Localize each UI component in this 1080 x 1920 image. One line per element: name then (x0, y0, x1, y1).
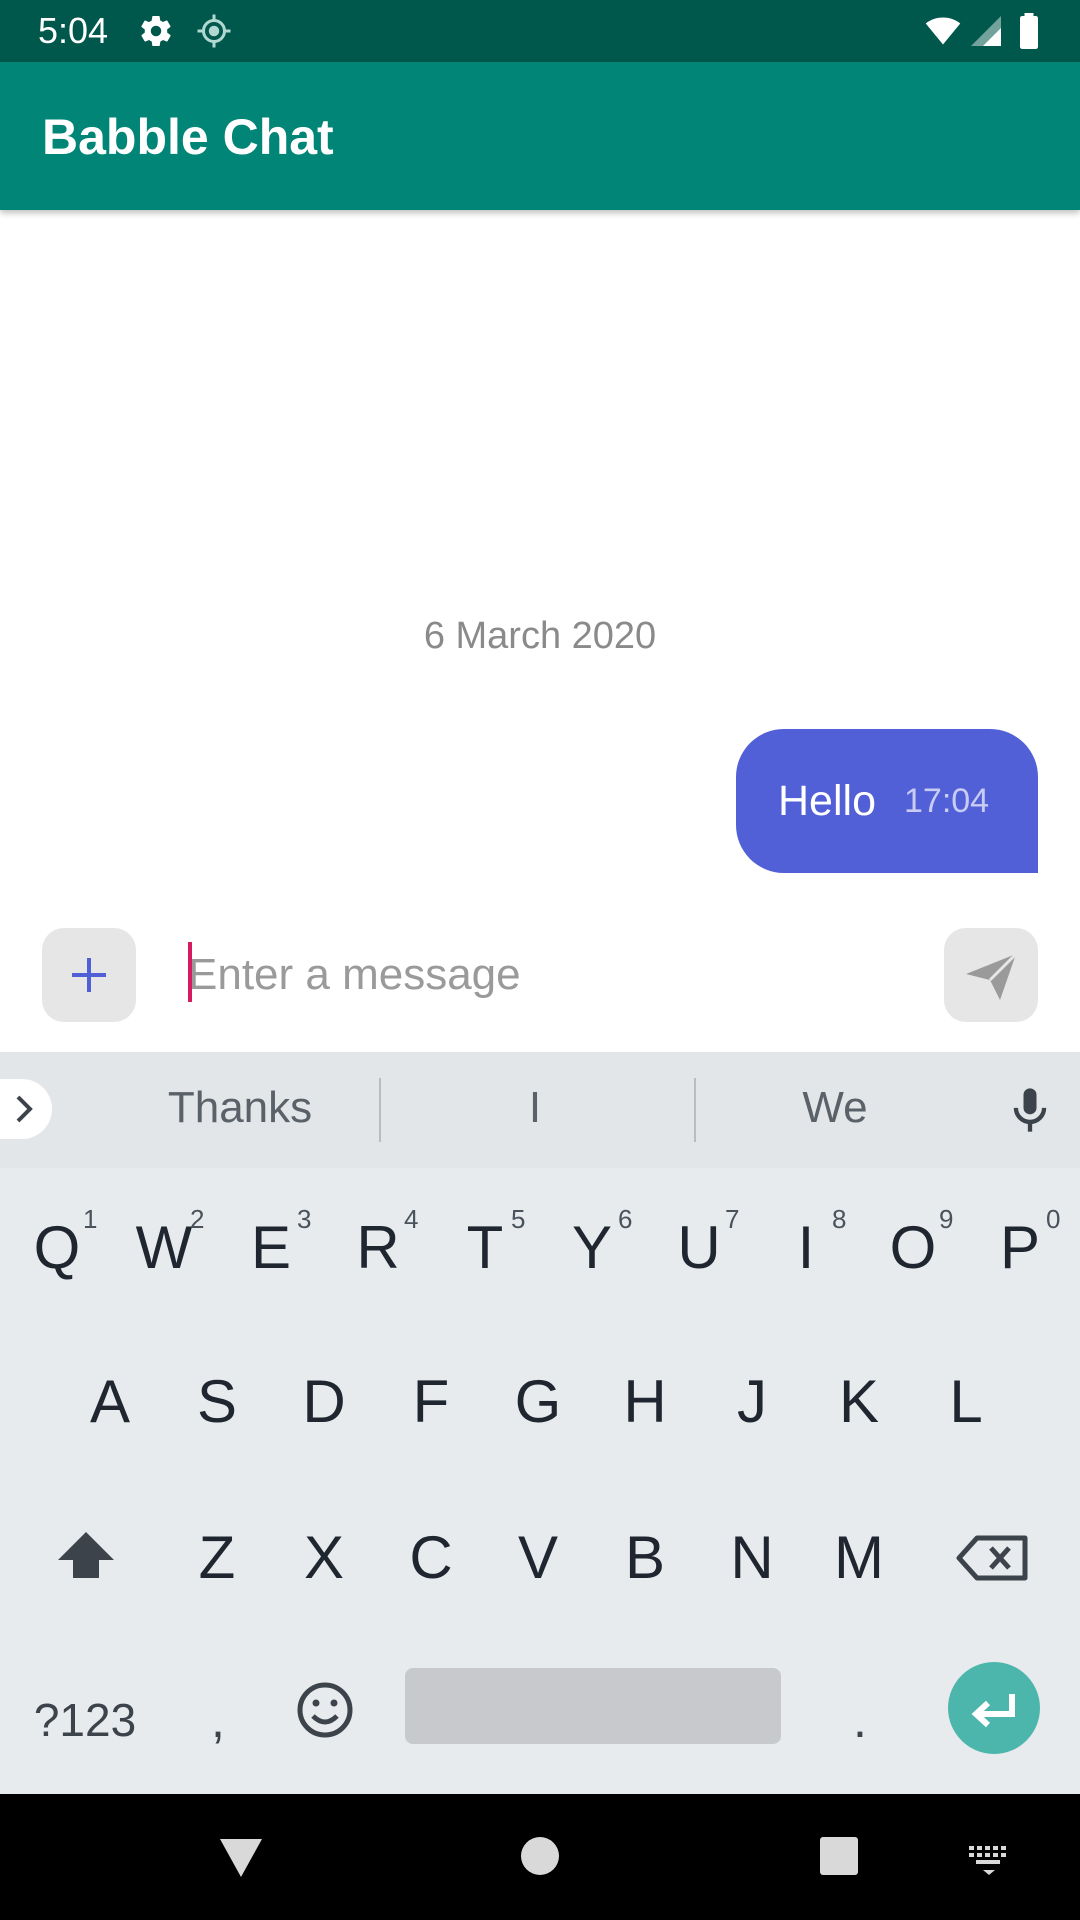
text-cursor (188, 942, 192, 1002)
key-r[interactable]: R4 (328, 1188, 428, 1308)
navigation-bar (0, 1794, 1080, 1920)
key-f[interactable]: F (381, 1342, 481, 1462)
recents-icon[interactable] (812, 1829, 866, 1883)
space-key[interactable] (405, 1668, 781, 1744)
suggestion-2[interactable]: I (385, 1082, 685, 1134)
key-b[interactable]: B (595, 1498, 695, 1618)
symbols-key[interactable]: ?123 (20, 1670, 150, 1770)
app-title: Babble Chat (42, 109, 334, 165)
enter-icon (971, 1694, 1015, 1728)
period-key[interactable]: . (810, 1670, 910, 1770)
key-o[interactable]: O9 (863, 1188, 963, 1308)
status-bar: 5:04 (0, 0, 1080, 62)
outgoing-message-bubble[interactable]: Hello 17:04 (736, 729, 1038, 873)
message-list[interactable]: 6 March 2020 Hello 17:04 (0, 210, 1080, 894)
back-icon[interactable] (214, 1829, 268, 1883)
key-n[interactable]: N (702, 1498, 802, 1618)
shift-key[interactable] (36, 1498, 136, 1618)
key-y[interactable]: Y6 (542, 1188, 642, 1308)
key-m[interactable]: M (809, 1498, 909, 1618)
key-k[interactable]: K (809, 1342, 909, 1462)
wifi-icon (925, 17, 961, 45)
message-input[interactable] (188, 942, 908, 1008)
key-c[interactable]: C (381, 1498, 481, 1618)
message-composer (0, 892, 1080, 1052)
comma-key[interactable]: , (168, 1670, 268, 1770)
signal-icon (971, 16, 1001, 46)
send-button[interactable] (944, 928, 1038, 1022)
suggestion-divider (379, 1078, 381, 1142)
key-j[interactable]: J (702, 1342, 802, 1462)
key-w[interactable]: W2 (114, 1188, 214, 1308)
suggestion-strip: Thanks I We (0, 1052, 1080, 1168)
keyboard-switch-icon[interactable] (964, 1834, 1014, 1878)
key-a[interactable]: A (60, 1342, 160, 1462)
app-bar: Babble Chat (0, 62, 1080, 210)
key-i[interactable]: I8 (756, 1188, 856, 1308)
gear-icon (141, 15, 171, 47)
battery-icon (1020, 13, 1038, 49)
plus-icon (72, 958, 106, 992)
suggestion-1[interactable]: Thanks (90, 1082, 390, 1134)
emoji-key[interactable] (275, 1660, 375, 1760)
key-u[interactable]: U7 (649, 1188, 749, 1308)
shift-icon (58, 1532, 114, 1578)
key-v[interactable]: V (488, 1498, 588, 1618)
key-d[interactable]: D (274, 1342, 374, 1462)
send-icon (966, 952, 1018, 1000)
backspace-icon (956, 1535, 1028, 1581)
key-z[interactable]: Z (167, 1498, 267, 1618)
message-text: Hello (778, 777, 876, 825)
location-icon (197, 14, 231, 48)
key-g[interactable]: G (488, 1342, 588, 1462)
date-separator: 6 March 2020 (423, 615, 657, 657)
backspace-key[interactable] (943, 1498, 1043, 1618)
suggestion-3[interactable]: We (685, 1082, 985, 1134)
key-e[interactable]: E3 (221, 1188, 321, 1308)
key-l[interactable]: L (916, 1342, 1016, 1462)
key-q[interactable]: Q1 (7, 1188, 107, 1308)
status-time: 5:04 (38, 10, 109, 51)
attach-button[interactable] (42, 928, 136, 1022)
key-t[interactable]: T5 (435, 1188, 535, 1308)
message-time: 17:04 (904, 782, 990, 820)
on-screen-keyboard: Thanks I We Q1 W2 E3 R4 T5 Y6 U7 I8 O9 P… (0, 1052, 1080, 1794)
key-p[interactable]: P0 (970, 1188, 1070, 1308)
expand-toolbar-button[interactable] (0, 1079, 52, 1139)
key-x[interactable]: X (274, 1498, 374, 1618)
enter-key[interactable] (948, 1662, 1040, 1754)
key-s[interactable]: S (167, 1342, 267, 1462)
emoji-icon (297, 1682, 353, 1738)
chevron-right-icon (16, 1095, 33, 1123)
key-h[interactable]: H (595, 1342, 695, 1462)
home-icon[interactable] (513, 1829, 567, 1883)
microphone-icon[interactable] (1004, 1082, 1056, 1138)
